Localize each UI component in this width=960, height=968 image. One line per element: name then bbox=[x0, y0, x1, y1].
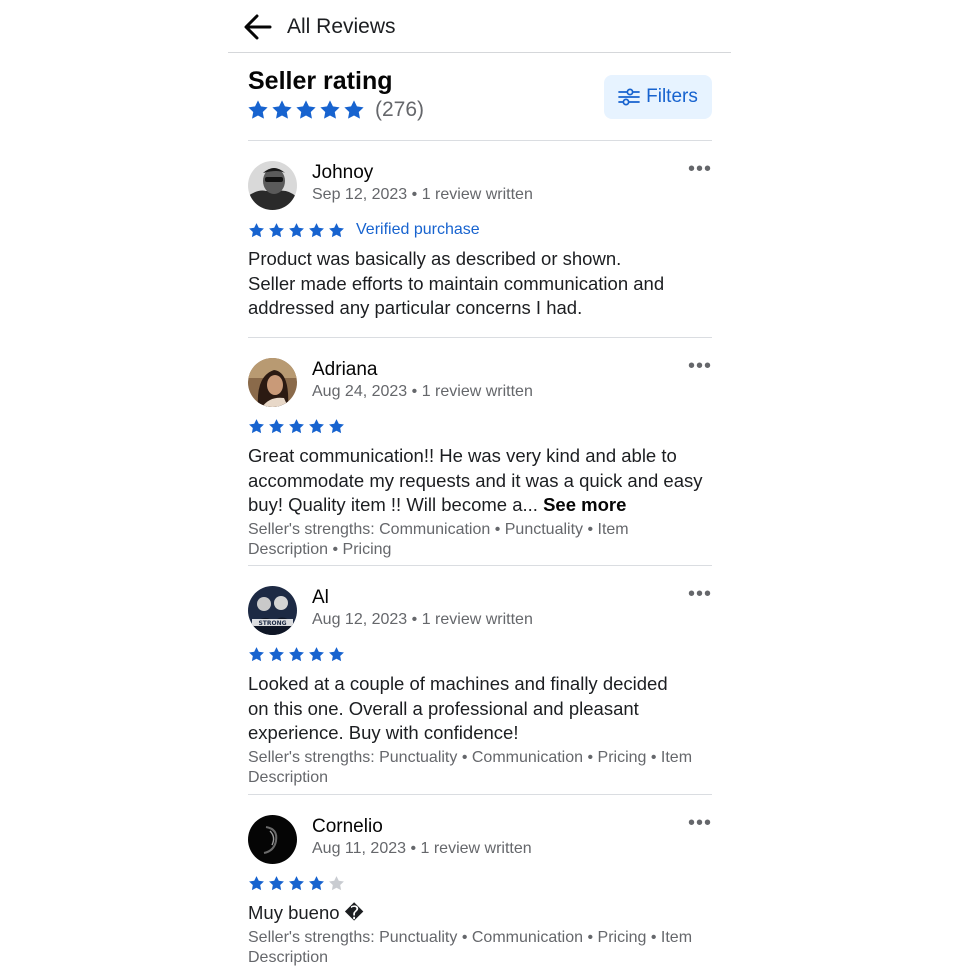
review-text-line: Great communication!! He was very kind a… bbox=[248, 445, 677, 466]
review-text-line: addressed any particular concerns I had. bbox=[248, 297, 583, 319]
star-filled-icon bbox=[289, 419, 304, 434]
avatar[interactable] bbox=[248, 815, 297, 864]
star-filled-icon bbox=[289, 647, 304, 662]
star-filled-icon bbox=[272, 100, 292, 119]
star-empty-icon bbox=[329, 876, 344, 891]
star-filled-icon bbox=[249, 222, 264, 237]
star-filled-icon bbox=[344, 100, 364, 119]
filters-button[interactable]: Filters bbox=[604, 75, 712, 119]
filters-label: Filters bbox=[646, 86, 698, 107]
avatar[interactable] bbox=[248, 161, 297, 210]
star-filled-icon bbox=[248, 100, 268, 119]
star-filled-icon bbox=[289, 222, 304, 237]
review-meta: Aug 24, 2023 • 1 review written bbox=[312, 383, 533, 400]
review-text-line: Muy bueno � bbox=[248, 902, 364, 923]
top-bar: All Reviews bbox=[228, 0, 731, 53]
seller-strengths: Seller's strengths: Punctuality • Commun… bbox=[248, 748, 718, 788]
star-filled-icon bbox=[329, 419, 344, 434]
divider bbox=[248, 140, 712, 141]
review-text-fragment: buy! Quality item !! Will become a... bbox=[248, 494, 538, 516]
star-filled-icon bbox=[249, 876, 264, 891]
divider bbox=[248, 565, 712, 566]
star-filled-icon bbox=[296, 100, 316, 119]
star-filled-icon bbox=[309, 876, 324, 891]
star-filled-icon bbox=[249, 647, 264, 662]
star-filled-icon bbox=[249, 419, 264, 434]
review-stars bbox=[248, 646, 345, 663]
star-filled-icon bbox=[309, 419, 324, 434]
seller-strengths: Seller's strengths: Punctuality • Commun… bbox=[248, 928, 718, 968]
review-text-line: experience. Buy with confidence! bbox=[248, 722, 519, 744]
reviewer-name[interactable]: Al bbox=[312, 587, 329, 609]
page-title: All Reviews bbox=[287, 15, 396, 38]
star-filled-icon bbox=[329, 222, 344, 237]
sliders-icon bbox=[618, 88, 640, 106]
review-meta: Sep 12, 2023 • 1 review written bbox=[312, 186, 533, 203]
divider bbox=[248, 337, 712, 338]
review-meta: Aug 11, 2023 • 1 review written bbox=[312, 840, 532, 857]
strengths-line: Description bbox=[248, 769, 329, 786]
star-filled-icon bbox=[269, 876, 284, 891]
star-filled-icon bbox=[269, 222, 284, 237]
reviewer-name[interactable]: Cornelio bbox=[312, 816, 383, 838]
star-filled-icon bbox=[309, 222, 324, 237]
strengths-line: Description bbox=[248, 949, 329, 966]
star-filled-icon bbox=[269, 419, 284, 434]
avatar[interactable] bbox=[248, 358, 297, 407]
review-text-line: Seller made efforts to maintain communic… bbox=[248, 272, 665, 294]
seller-review-count: (276) bbox=[375, 98, 425, 121]
star-filled-icon bbox=[320, 100, 340, 119]
strengths-line: Description • Pricing bbox=[248, 541, 392, 558]
review-text: Great communication!! He was very kind a… bbox=[248, 444, 718, 518]
star-filled-icon bbox=[269, 647, 284, 662]
review-text: Looked at a couple of machines and final… bbox=[248, 672, 718, 746]
avatar[interactable]: STRONG bbox=[248, 586, 297, 635]
star-filled-icon bbox=[289, 876, 304, 891]
svg-text:STRONG: STRONG bbox=[258, 620, 286, 627]
reviewer-name[interactable]: Adriana bbox=[312, 359, 378, 381]
review-text-line: on this one. Overall a professional and … bbox=[248, 697, 639, 719]
review-text: Product was basically as described or sh… bbox=[248, 247, 718, 321]
strengths-line: Seller's strengths: Punctuality • Commun… bbox=[248, 929, 693, 946]
more-options-icon[interactable]: ••• bbox=[688, 813, 712, 833]
review-stars bbox=[248, 875, 345, 892]
seller-rating-title: Seller rating bbox=[248, 67, 393, 95]
more-options-icon[interactable]: ••• bbox=[688, 159, 712, 179]
strengths-line: Seller's strengths: Punctuality • Commun… bbox=[248, 749, 693, 766]
verified-purchase-badge: Verified purchase bbox=[356, 221, 480, 238]
review-meta: Aug 12, 2023 • 1 review written bbox=[312, 611, 533, 628]
review-text-line: Product was basically as described or sh… bbox=[248, 248, 622, 269]
seller-star-rating bbox=[247, 99, 365, 121]
strengths-line: Seller's strengths: Communication • Punc… bbox=[248, 521, 629, 538]
star-filled-icon bbox=[329, 647, 344, 662]
review-stars: Verified purchase bbox=[248, 221, 480, 239]
review-text-line: buy! Quality item !! Will become a... Se… bbox=[248, 493, 718, 518]
review-stars bbox=[248, 418, 345, 435]
more-options-icon[interactable]: ••• bbox=[688, 356, 712, 376]
divider bbox=[248, 794, 712, 795]
review-text-line: accommodate my requests and it was a qui… bbox=[248, 469, 703, 491]
review-text: Muy bueno � bbox=[248, 901, 718, 926]
reviewer-name[interactable]: Johnoy bbox=[312, 162, 373, 184]
see-more-link[interactable]: See more bbox=[543, 494, 626, 515]
star-filled-icon bbox=[309, 647, 324, 662]
review-text-line: Looked at a couple of machines and final… bbox=[248, 673, 668, 694]
seller-strengths: Seller's strengths: Communication • Punc… bbox=[248, 520, 718, 560]
back-arrow-icon[interactable] bbox=[242, 12, 274, 42]
more-options-icon[interactable]: ••• bbox=[688, 584, 712, 604]
